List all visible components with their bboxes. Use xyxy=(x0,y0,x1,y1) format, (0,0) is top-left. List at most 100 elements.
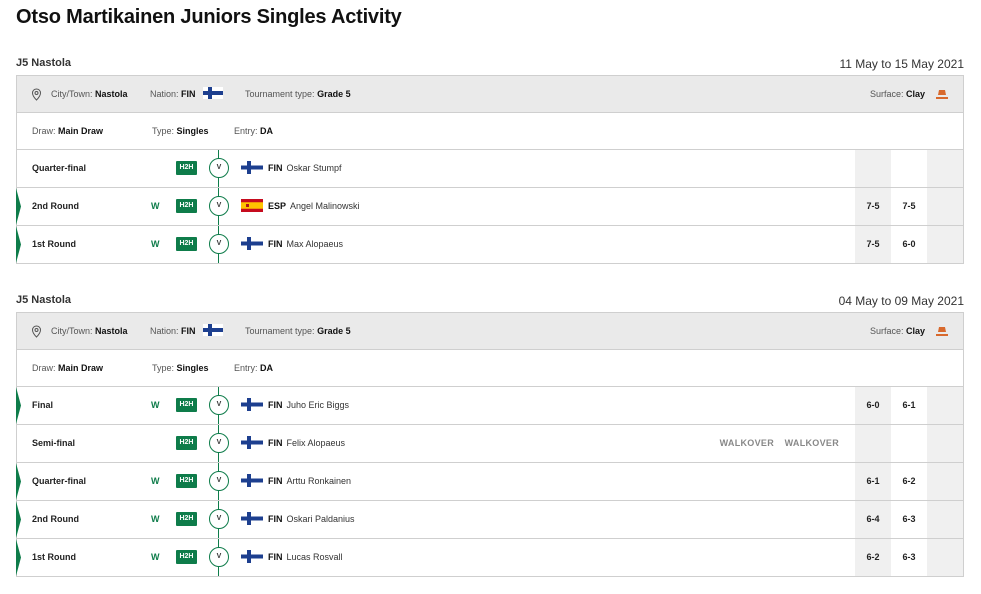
spain-flag-icon xyxy=(241,199,263,212)
score-cells: 6-2 6-3 xyxy=(855,539,963,576)
opponent[interactable]: FIN Felix Alopaeus xyxy=(268,438,345,448)
tournament-dates: 11 May to 15 May 2021 xyxy=(839,57,964,71)
round-label: Semi-final xyxy=(32,438,76,448)
result-badge: W xyxy=(151,476,160,486)
set-score-1: 6-2 xyxy=(855,539,891,576)
nation-value: FIN xyxy=(181,326,196,336)
set-score-1: 6-4 xyxy=(855,501,891,538)
finland-flag-icon xyxy=(241,474,263,487)
opponent-nation: FIN xyxy=(268,400,283,410)
tournament-card: J5 Nastola 11 May to 15 May 2021 City/To… xyxy=(16,55,964,264)
opponent-nation: ESP xyxy=(268,201,287,211)
tournament-type-label: Tournament type: xyxy=(245,326,315,336)
nation-field: Nation: FIN xyxy=(150,89,196,99)
win-indicator xyxy=(16,501,21,538)
tournament-name[interactable]: J5 Nastola xyxy=(16,294,71,306)
round-label: Quarter-final xyxy=(32,476,87,486)
clay-court-icon xyxy=(936,90,948,99)
opponent[interactable]: FIN Oskar Stumpf xyxy=(268,163,342,173)
result-badge: W xyxy=(151,201,160,211)
set-score-3 xyxy=(927,463,963,500)
match-row: 2nd Round W H2H V ESP Angel Malinowski 7-… xyxy=(16,188,964,226)
score-cells xyxy=(855,425,963,462)
opponent-nation: FIN xyxy=(268,476,283,486)
opponent-name[interactable]: Max Alopaeus xyxy=(287,239,344,249)
set-score-3 xyxy=(927,188,963,225)
draw-label: Draw: xyxy=(32,363,56,373)
opponent[interactable]: FIN Max Alopaeus xyxy=(268,239,343,249)
h2h-button[interactable]: H2H xyxy=(176,512,197,526)
opponent[interactable]: FIN Juho Eric Biggs xyxy=(268,400,349,410)
opponent-name[interactable]: Juho Eric Biggs xyxy=(287,400,350,410)
versus-badge: V xyxy=(209,196,229,216)
city-value: Nastola xyxy=(95,89,128,99)
city-label: City/Town: xyxy=(51,89,93,99)
surface-field: Surface: Clay xyxy=(870,89,925,99)
set-score-1: 6-1 xyxy=(855,463,891,500)
h2h-button[interactable]: H2H xyxy=(176,436,197,450)
set-score-3 xyxy=(927,150,963,187)
set-score-2 xyxy=(891,150,927,187)
tournament-dates: 04 May to 09 May 2021 xyxy=(838,294,964,308)
city-field: City/Town: Nastola xyxy=(51,89,128,99)
result-badge: W xyxy=(151,400,160,410)
location-pin-icon xyxy=(31,325,42,338)
opponent-name[interactable]: Oskar Stumpf xyxy=(287,163,342,173)
type-value: Singles xyxy=(176,363,209,373)
h2h-button[interactable]: H2H xyxy=(176,398,197,412)
opponent[interactable]: FIN Oskari Paldanius xyxy=(268,514,355,524)
nation-field: Nation: FIN xyxy=(150,326,196,336)
opponent[interactable]: FIN Lucas Rosvall xyxy=(268,552,343,562)
tournament-name[interactable]: J5 Nastola xyxy=(16,57,71,69)
tournament-info-row: City/Town: Nastola Nation: FIN Tournamen… xyxy=(16,312,964,350)
score-cells: 6-0 6-1 xyxy=(855,387,963,424)
h2h-button[interactable]: H2H xyxy=(176,237,197,251)
round-label: Quarter-final xyxy=(32,163,87,173)
result-badge: W xyxy=(151,239,160,249)
draw-value: Main Draw xyxy=(58,363,104,373)
opponent-name[interactable]: Angel Malinowski xyxy=(290,201,360,211)
city-value: Nastola xyxy=(95,326,128,336)
h2h-button[interactable]: H2H xyxy=(176,474,197,488)
set-score-2: 6-3 xyxy=(902,514,916,524)
surface-value: Clay xyxy=(905,326,925,336)
h2h-button[interactable]: H2H xyxy=(176,161,197,175)
score-cells: 6-1 6-2 xyxy=(855,463,963,500)
surface-value: Clay xyxy=(905,89,925,99)
entry-value: DA xyxy=(260,363,274,373)
score-cells: 7-5 7-5 xyxy=(855,188,963,225)
opponent-nation: FIN xyxy=(268,163,283,173)
set-score-1: 7-5 xyxy=(855,226,891,263)
nation-label: Nation: xyxy=(150,89,179,99)
round-label: Final xyxy=(32,400,54,410)
tournament-header: J5 Nastola 11 May to 15 May 2021 xyxy=(16,55,964,75)
type-field: Type: Singles xyxy=(152,126,209,136)
entry-field: Entry: DA xyxy=(234,126,273,136)
versus-badge: V xyxy=(209,158,229,178)
h2h-button[interactable]: H2H xyxy=(176,199,197,213)
surface-label: Surface: xyxy=(869,326,904,336)
opponent[interactable]: FIN Arttu Ronkainen xyxy=(268,476,351,486)
set-score-3 xyxy=(927,425,963,462)
finland-flag-icon xyxy=(241,161,263,174)
opponent-name[interactable]: Lucas Rosvall xyxy=(287,552,343,562)
draw-field: Draw: Main Draw xyxy=(32,126,103,136)
entry-field: Entry: DA xyxy=(234,363,273,373)
finland-flag-icon xyxy=(241,550,263,563)
versus-badge: V xyxy=(209,509,229,529)
score-cells xyxy=(855,150,963,187)
opponent-nation: FIN xyxy=(268,514,283,524)
opponent[interactable]: ESP Angel Malinowski xyxy=(268,201,360,211)
set-score-2: 6-0 xyxy=(902,239,916,249)
opponent-name[interactable]: Felix Alopaeus xyxy=(287,438,346,448)
set-score-3 xyxy=(927,226,963,263)
walkover-label: WALKOVER xyxy=(784,438,839,448)
opponent-name[interactable]: Arttu Ronkainen xyxy=(287,476,352,486)
entry-label: Entry: xyxy=(234,126,258,136)
entry-value: DA xyxy=(260,126,274,136)
versus-badge: V xyxy=(209,547,229,567)
h2h-button[interactable]: H2H xyxy=(176,550,197,564)
opponent-name[interactable]: Oskari Paldanius xyxy=(287,514,355,524)
city-field: City/Town: Nastola xyxy=(51,326,128,336)
round-label: 2nd Round xyxy=(32,514,79,524)
